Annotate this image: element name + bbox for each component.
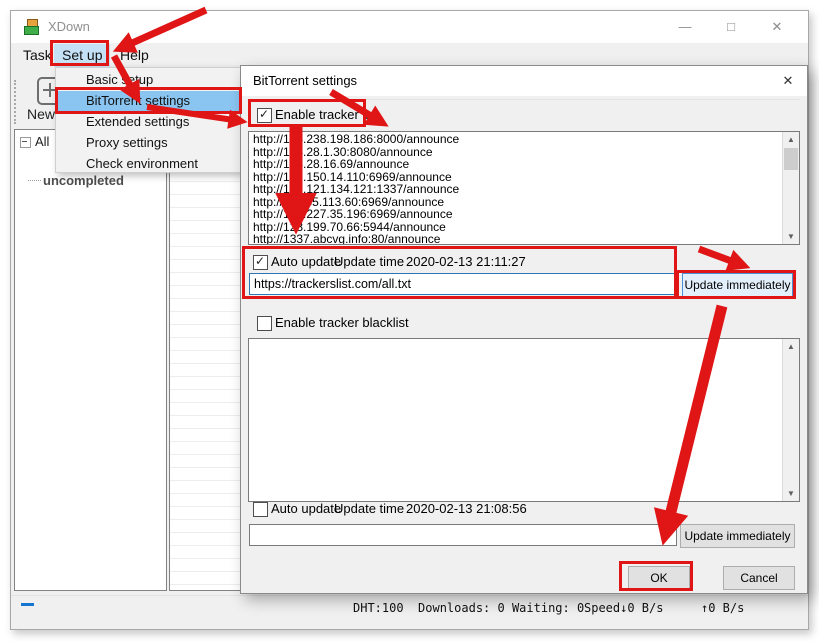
tracker-update-time-label: Update time: [334, 254, 404, 269]
close-button[interactable]: ✕: [761, 13, 793, 41]
bittorrent-settings-dialog: BitTorrent settings ✕ Enable tracker lis…: [240, 65, 808, 594]
tracker-url: http://104.238.198.186:8000/announce: [253, 133, 781, 146]
blacklist-auto-update-label: Auto update: [271, 501, 341, 516]
enable-tracker-blacklist-checkbox[interactable]: [257, 316, 272, 331]
enable-tracker-list-checkbox[interactable]: [257, 108, 272, 123]
tracker-list-box[interactable]: http://104.238.198.186:8000/announce htt…: [248, 131, 800, 245]
dialog-title: BitTorrent settings: [253, 73, 357, 88]
menu-item-proxy-settings[interactable]: Proxy settings: [57, 133, 268, 153]
menu-item-check-environment[interactable]: Check environment: [57, 154, 268, 174]
tracker-url: http://109.121.134.121:1337/announce: [253, 183, 781, 196]
scroll-down-icon[interactable]: ▼: [783, 229, 799, 244]
cancel-button[interactable]: Cancel: [723, 566, 795, 590]
menu-item-bittorrent-settings[interactable]: BitTorrent settings: [57, 91, 268, 111]
tracker-url: http://1337.abcvg.info:80/announce: [253, 233, 781, 245]
scroll-down-icon[interactable]: ▼: [783, 486, 799, 501]
status-speed-up: ↑0 B/s: [701, 601, 744, 615]
enable-tracker-list-label: Enable tracker list: [275, 107, 378, 122]
screenshot-root: XDown — □ ✕ Task Set up Help New All unc…: [0, 0, 819, 642]
blacklist-update-time-label: Update time: [334, 501, 404, 516]
menu-item-extended-settings[interactable]: Extended settings: [57, 112, 268, 132]
tracker-blacklist-box[interactable]: ▲ ▼: [248, 338, 800, 502]
tracker-url-input[interactable]: [249, 273, 677, 295]
blacklist-update-immediately-button[interactable]: Update immediately: [680, 524, 795, 548]
title-bar: XDown — □ ✕: [11, 11, 808, 43]
ok-button[interactable]: OK: [628, 566, 690, 590]
blacklist-scrollbar[interactable]: ▲ ▼: [782, 339, 799, 501]
tree-item-all[interactable]: All: [21, 134, 49, 149]
tracker-update-time-value: 2020-02-13 21:11:27: [406, 254, 526, 269]
tracker-auto-update-checkbox[interactable]: [253, 255, 268, 270]
tree-item-all-label: All: [35, 134, 49, 149]
tracker-auto-update-label: Auto update: [271, 254, 341, 269]
menu-item-basic-setup[interactable]: Basic setup: [57, 70, 268, 90]
tree-item-uncompleted[interactable]: uncompleted: [43, 173, 124, 188]
blacklist-update-time-value: 2020-02-13 21:08:56: [406, 501, 527, 516]
setup-dropdown-menu: Basic setup BitTorrent settings Extended…: [55, 67, 242, 173]
tree-collapse-icon[interactable]: [20, 137, 31, 148]
status-speed-down: Speed↓0 B/s: [584, 601, 663, 615]
toolbar-gripper: [14, 80, 19, 124]
tracker-url: http://125.227.35.196:6969/announce: [253, 208, 781, 221]
status-bar: DHT:100 Downloads: 0 Waiting: 0 Speed↓0 …: [11, 595, 808, 629]
blacklist-url-input[interactable]: [249, 524, 677, 546]
menu-help[interactable]: Help: [112, 44, 157, 67]
maximize-button[interactable]: □: [715, 13, 747, 41]
tracker-list-scrollbar[interactable]: ▲ ▼: [782, 132, 799, 244]
scroll-up-icon[interactable]: ▲: [783, 339, 799, 354]
dialog-close-icon[interactable]: ✕: [775, 71, 801, 91]
task-tree-panel: All uncompleted: [14, 129, 167, 591]
dialog-title-bar: BitTorrent settings ✕: [241, 66, 807, 96]
scroll-thumb[interactable]: [784, 148, 798, 170]
status-link-dash[interactable]: [21, 603, 34, 606]
window-title: XDown: [48, 19, 90, 34]
tracker-update-immediately-button[interactable]: Update immediately: [682, 273, 793, 297]
status-dht-downloads: DHT:100 Downloads: 0 Waiting: 0: [353, 601, 584, 615]
tree-connector: [28, 180, 41, 181]
tracker-url: http://104.28.16.69/announce: [253, 158, 781, 171]
menu-setup[interactable]: Set up: [54, 44, 110, 67]
dialog-separator: [247, 99, 800, 100]
app-icon: [24, 19, 39, 34]
enable-tracker-blacklist-label: Enable tracker blacklist: [275, 315, 409, 330]
blacklist-auto-update-checkbox[interactable]: [253, 502, 268, 517]
minimize-button[interactable]: —: [669, 13, 701, 41]
scroll-up-icon[interactable]: ▲: [783, 132, 799, 147]
